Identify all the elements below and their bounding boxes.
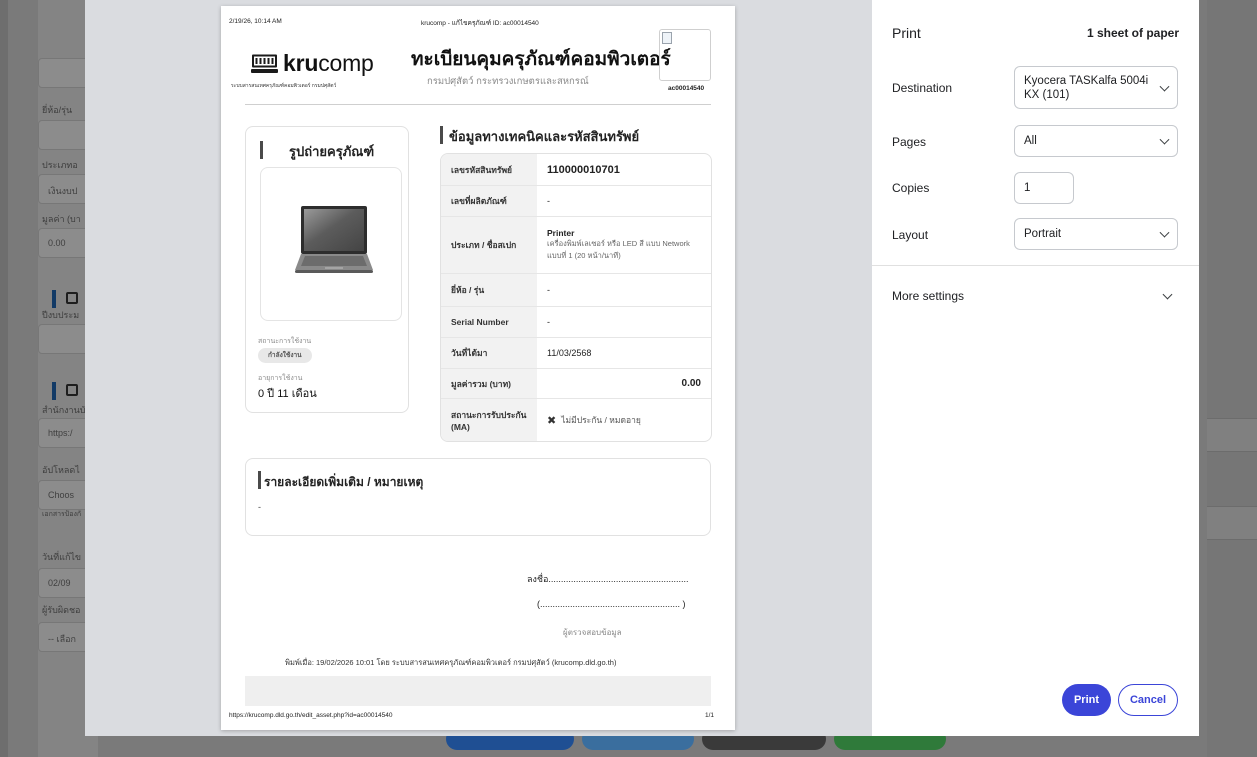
spec-key: มูลค่ารวม (บาท) xyxy=(441,369,537,398)
copies-input[interactable]: 1 xyxy=(1014,172,1074,204)
bg-section-bar xyxy=(52,382,56,400)
table-row: สถานะการรับประกัน (MA) ✖ ไม่มีประกัน / ห… xyxy=(441,399,711,441)
spec-value: 110000010701 xyxy=(547,163,620,176)
qr-code-placeholder xyxy=(659,29,711,81)
document-subtitle: กรมปศุสัตว์ กระทรวงเกษตรและสหกรณ์ xyxy=(427,76,589,87)
signature-name-line: (.......................................… xyxy=(537,599,686,609)
spec-value: - xyxy=(547,285,550,295)
spec-key: สถานะการรับประกัน (MA) xyxy=(441,399,537,441)
background-right-column xyxy=(1207,0,1257,757)
notes-title: รายละเอียดเพิ่มเติม / หมายเหตุ xyxy=(264,475,424,489)
spec-value: ✖ ไม่มีประกัน / หมดอายุ xyxy=(537,399,711,441)
table-row: วันที่ได้มา 11/03/2568 xyxy=(441,338,711,369)
section-accent-bar xyxy=(260,141,263,159)
table-row: เลขที่ผลิตภัณฑ์ - xyxy=(441,186,711,217)
panel-divider xyxy=(872,265,1199,266)
spec-table: เลขรหัสสินทรัพย์ 110000010701 เลขที่ผลิต… xyxy=(440,153,712,442)
notes-card: รายละเอียดเพิ่มเติม / หมายเหตุ - xyxy=(245,458,711,536)
photo-card-title: รูปถ่ายครุภัณฑ์ xyxy=(289,144,375,159)
chevron-down-icon xyxy=(1159,134,1170,145)
krucomp-logo: krucomp xyxy=(251,50,374,77)
page-footer-number: 1/1 xyxy=(705,712,715,719)
spec-key: ประเภท / ชื่อสเปก xyxy=(441,217,537,273)
section-accent-bar xyxy=(258,471,261,489)
printed-by-footer: พิมพ์เมื่อ: 19/02/2026 10:01 โดย ระบบสาร… xyxy=(285,658,617,667)
asset-photo xyxy=(260,167,402,321)
table-row: มูลค่ารวม (บาท) 0.00 xyxy=(441,369,711,399)
chevron-down-icon xyxy=(1159,81,1170,92)
status-label: สถานะการใช้งาน xyxy=(258,338,312,345)
status-badge: กำลังใช้งาน xyxy=(258,348,312,363)
chevron-down-icon xyxy=(1159,227,1170,238)
spec-key: วันที่ได้มา xyxy=(441,338,537,368)
pages-label: Pages xyxy=(892,135,927,149)
notes-body: - xyxy=(258,502,261,512)
table-row: ประเภท / ชื่อสเปก Printer เครื่องพิมพ์เล… xyxy=(441,217,711,274)
signature-role: ผู้ตรวจสอบข้อมูล xyxy=(563,628,622,637)
page-header-date: 2/19/26, 10:14 AM xyxy=(229,18,282,25)
destination-value: Kyocera TASKalfa 5004i KX (101) xyxy=(1024,74,1149,101)
chevron-down-icon xyxy=(1162,289,1173,300)
more-settings-label: More settings xyxy=(892,289,965,303)
spec-key: เลขที่ผลิตภัณฑ์ xyxy=(441,186,537,216)
age-value: 0 ปี 11 เดือน xyxy=(258,388,317,400)
edit-icon xyxy=(66,292,78,304)
monitor-keyboard-icon xyxy=(251,54,278,73)
signature-line: ลงชื่อ..................................… xyxy=(527,574,689,584)
sheet-count: 1 sheet of paper xyxy=(1086,26,1179,40)
broken-image-icon xyxy=(662,32,672,44)
x-mark-icon: ✖ xyxy=(547,414,557,427)
bg-section-bar xyxy=(52,290,56,308)
spec-key: Serial Number xyxy=(441,307,537,337)
layout-value: Portrait xyxy=(1024,228,1062,240)
footer-band xyxy=(245,676,711,706)
photo-card: รูปถ่ายครุภัณฑ์ สถานะการใช้งาน กำลังใช้ง… xyxy=(245,126,409,413)
page-header-title: krucomp - แก้ไขครุภัณฑ์ ID: ac00014540 xyxy=(421,20,539,27)
pages-select[interactable]: All xyxy=(1014,125,1178,157)
page-footer-url: https://krucomp.dld.go.th/edit_asset.php… xyxy=(229,712,393,719)
layout-select[interactable]: Portrait xyxy=(1014,218,1178,250)
copies-label: Copies xyxy=(892,181,930,195)
bg-right-row xyxy=(1207,418,1257,452)
print-preview-area[interactable]: 2/19/26, 10:14 AM krucomp - แก้ไขครุภัณฑ… xyxy=(85,0,872,736)
spec-value: 11/03/2568 xyxy=(547,348,592,358)
logo-text: krucomp xyxy=(283,50,374,76)
spec-key: ยี่ห้อ / รุ่น xyxy=(441,274,537,306)
logo-subtitle: ระบบสารสนเทศครุภัณฑ์คอมพิวเตอร์ กรมปศุสั… xyxy=(231,83,337,89)
print-panel-title: Print xyxy=(892,25,921,41)
table-row: เลขรหัสสินทรัพย์ 110000010701 xyxy=(441,154,711,186)
asset-code: ac00014540 xyxy=(668,85,705,92)
layout-label: Layout xyxy=(892,228,929,242)
header-divider xyxy=(245,104,711,105)
spec-type-desc: เครื่องพิมพ์เลเซอร์ หรือ LED สี แบบ Netw… xyxy=(547,239,690,260)
destination-label: Destination xyxy=(892,81,953,95)
preview-sheet: 2/19/26, 10:14 AM krucomp - แก้ไขครุภัณฑ… xyxy=(221,6,735,730)
table-row: Serial Number - xyxy=(441,307,711,338)
document-title: ทะเบียนคุมครุภัณฑ์คอมพิวเตอร์ xyxy=(411,49,671,70)
bg-right-row xyxy=(1207,506,1257,540)
laptop-icon xyxy=(295,206,373,273)
spec-key: เลขรหัสสินทรัพย์ xyxy=(441,154,537,185)
copy-icon xyxy=(66,384,78,396)
age-label: อายุการใช้งาน xyxy=(258,375,303,382)
cancel-button[interactable]: Cancel xyxy=(1118,684,1178,716)
spec-section-title: ข้อมูลทางเทคนิคและรหัสสินทรัพย์ xyxy=(449,129,640,144)
ma-status-text: ไม่มีประกัน / หมดอายุ xyxy=(561,415,641,425)
table-row: ยี่ห้อ / รุ่น - xyxy=(441,274,711,307)
print-button[interactable]: Print xyxy=(1062,684,1111,716)
section-accent-bar xyxy=(440,126,443,144)
ma-status: ✖ ไม่มีประกัน / หมดอายุ xyxy=(547,413,641,427)
spec-value: - xyxy=(547,196,550,206)
spec-value: - xyxy=(547,317,550,327)
pages-value: All xyxy=(1024,135,1037,147)
spec-type-lead: Printer xyxy=(547,228,575,238)
spec-value: Printer เครื่องพิมพ์เลเซอร์ หรือ LED สี … xyxy=(537,217,711,273)
more-settings-toggle[interactable]: More settings xyxy=(872,278,1199,314)
destination-select[interactable]: Kyocera TASKalfa 5004i KX (101) xyxy=(1014,66,1178,109)
print-settings-panel: Print 1 sheet of paper Destination Kyoce… xyxy=(872,0,1199,736)
spec-value: 0.00 xyxy=(681,378,701,389)
